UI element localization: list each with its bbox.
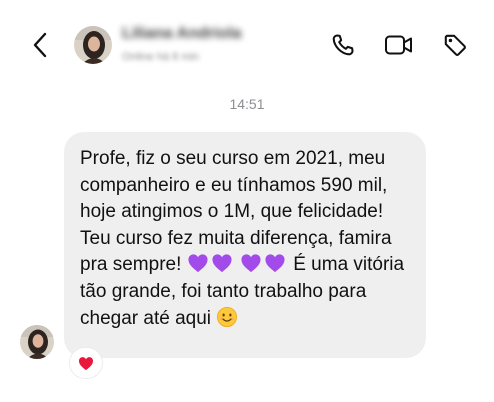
purple-heart-icon [212, 254, 232, 273]
message-timestamp: 14:51 [229, 96, 265, 112]
phone-icon [332, 34, 354, 56]
voice-call-button[interactable] [328, 30, 358, 60]
contact-name[interactable]: Liliana Andriola [122, 25, 241, 43]
contact-avatar[interactable] [74, 26, 112, 64]
purple-heart-icon [241, 254, 261, 273]
purple-heart-icon [265, 254, 285, 273]
sender-avatar[interactable] [20, 325, 54, 359]
contact-status: Online há 8 min [122, 51, 200, 63]
back-button[interactable] [28, 30, 52, 60]
video-camera-icon [385, 35, 412, 55]
purple-heart-icon [188, 254, 208, 273]
chevron-left-icon [33, 32, 47, 58]
red-heart-icon [79, 356, 93, 370]
message-bubble[interactable]: Profe, fiz o seu curso em 2021, meu comp… [64, 132, 426, 358]
tag-icon [444, 34, 466, 56]
smiling-face-icon [217, 306, 238, 327]
label-button[interactable] [440, 30, 470, 60]
message-reaction[interactable] [70, 348, 102, 378]
chat-header: Liliana Andriola Online há 8 min [0, 0, 494, 92]
video-call-button[interactable] [384, 30, 414, 60]
message-text: Profe, fiz o seu curso em 2021, meu comp… [80, 146, 412, 332]
